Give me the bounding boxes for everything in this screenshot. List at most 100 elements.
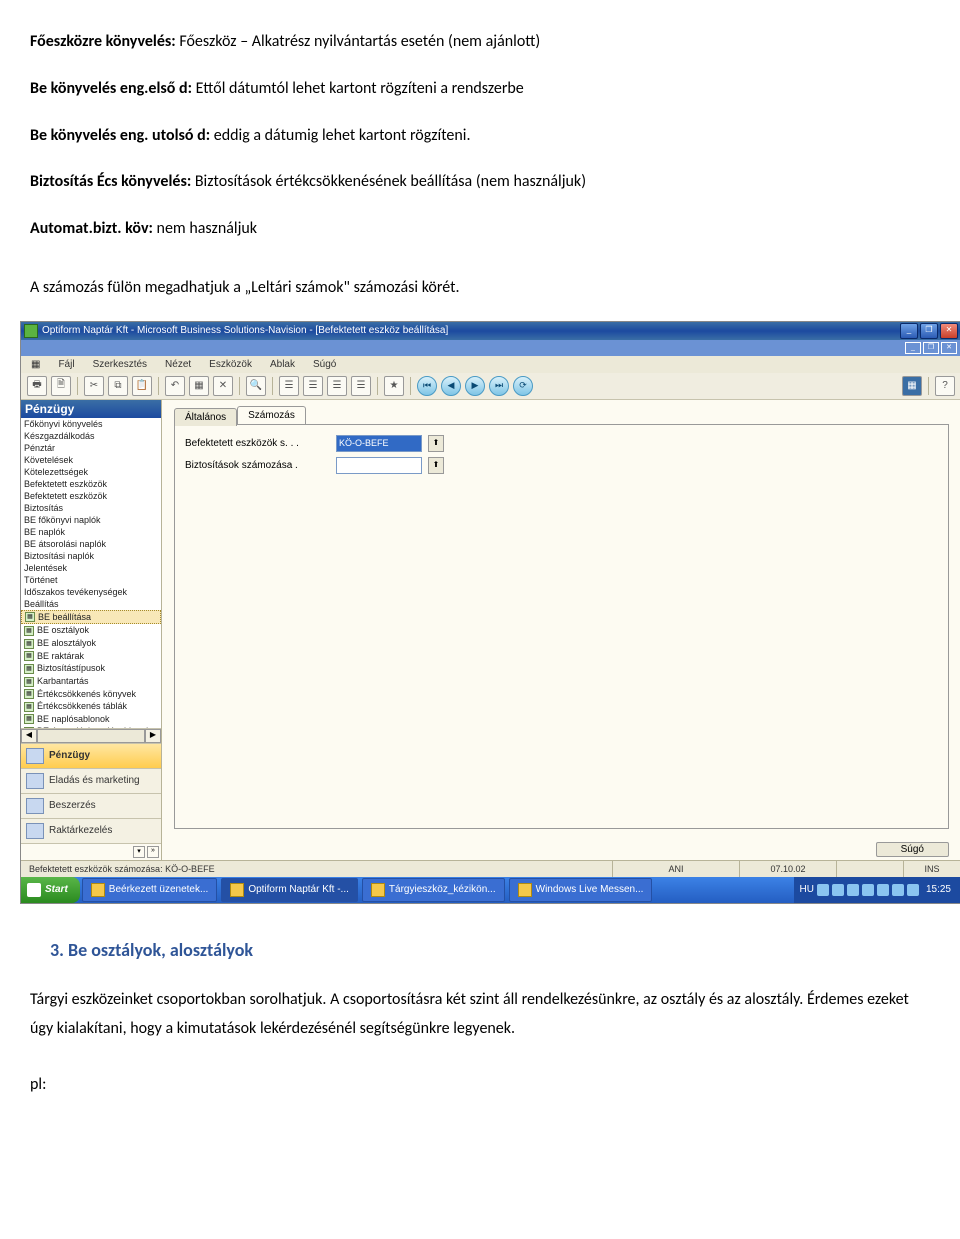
- tree-leaf[interactable]: ▦BE raktárak: [21, 650, 161, 663]
- list3-icon[interactable]: ☰: [327, 376, 347, 396]
- menu-icon[interactable]: ▦: [27, 358, 44, 371]
- tree-node[interactable]: Követelések: [21, 454, 161, 466]
- tree-node[interactable]: Időszakos tevékenységek: [21, 586, 161, 598]
- close-button[interactable]: ✕: [940, 323, 958, 339]
- tree-leaf[interactable]: ▦Karbantartás: [21, 675, 161, 688]
- tree-leaf[interactable]: ▦Értékcsökkenés könyvek: [21, 688, 161, 701]
- preview-icon[interactable]: 🗎: [51, 376, 71, 396]
- tree-leaf-selected[interactable]: ▦BE beállítása: [21, 610, 161, 625]
- refresh-icon[interactable]: ⟳: [513, 376, 533, 396]
- tree-leaf[interactable]: ▦BE alosztályok: [21, 637, 161, 650]
- leaf-icon: ▦: [24, 651, 34, 661]
- paragraph-1: Főeszközre könyvelés: Főeszköz – Alkatré…: [30, 28, 930, 57]
- sidebar-tree[interactable]: Főkönyvi könyvelés Készgazdálkodás Pénzt…: [21, 418, 161, 728]
- window-list-icon[interactable]: ▦: [902, 376, 922, 396]
- tree-node[interactable]: BE főkönyvi naplók: [21, 514, 161, 526]
- tray-icon[interactable]: [877, 884, 889, 896]
- p3-rest: eddig a dátumig lehet kartont rögzíteni.: [210, 126, 470, 145]
- sidebar-hscroll[interactable]: ◀ ▶: [21, 728, 161, 743]
- tab-general[interactable]: Általános: [174, 408, 237, 426]
- tree-leaf[interactable]: ▦BE naplósablonok: [21, 713, 161, 726]
- tray-lang[interactable]: HU: [800, 884, 814, 895]
- taskbar-task[interactable]: Beérkezett üzenetek...: [82, 878, 218, 902]
- shortcut-icon[interactable]: ★: [384, 376, 404, 396]
- last-icon[interactable]: ⏭: [489, 376, 509, 396]
- separator: [77, 377, 78, 395]
- tree-node[interactable]: BE átsorolási naplók: [21, 538, 161, 550]
- maximize-button[interactable]: ❐: [920, 323, 938, 339]
- taskbar-task[interactable]: Windows Live Messen...: [509, 878, 653, 902]
- sidebar-section-purchase[interactable]: Beszerzés: [21, 793, 161, 818]
- system-tray[interactable]: HU 15:25: [794, 877, 960, 903]
- list2-icon[interactable]: ☰: [303, 376, 323, 396]
- status-bar: Befektetett eszközök számozása: KÖ-O-BEF…: [21, 860, 960, 877]
- copy-icon[interactable]: ⧉: [108, 376, 128, 396]
- sidebar-section-sales[interactable]: Eladás és marketing: [21, 768, 161, 793]
- menu-window[interactable]: Ablak: [266, 358, 299, 371]
- undo-icon[interactable]: ↶: [165, 376, 185, 396]
- tree-node[interactable]: Kötelezettségek: [21, 466, 161, 478]
- list1-icon[interactable]: ☰: [279, 376, 299, 396]
- scroll-left-icon[interactable]: ◀: [21, 729, 37, 743]
- window-titlebar[interactable]: Optiform Naptár Kft - Microsoft Business…: [21, 322, 960, 340]
- tray-icon[interactable]: [847, 884, 859, 896]
- tray-icon[interactable]: [832, 884, 844, 896]
- sidebar-section-warehouse[interactable]: Raktárkezelés: [21, 818, 161, 843]
- next-icon[interactable]: ▶: [465, 376, 485, 396]
- tree-node[interactable]: Pénztár: [21, 442, 161, 454]
- paste-icon[interactable]: 📋: [132, 376, 152, 396]
- taskbar-task[interactable]: Tárgyieszköz_kézikön...: [362, 878, 505, 902]
- tree-node[interactable]: Biztosítási naplók: [21, 550, 161, 562]
- tray-icon[interactable]: [817, 884, 829, 896]
- menu-tools[interactable]: Eszközök: [205, 358, 256, 371]
- section-icon: [26, 823, 44, 839]
- lookup-button[interactable]: ⬆: [428, 435, 444, 452]
- menu-help[interactable]: Súgó: [309, 358, 340, 371]
- assets-numbering-input[interactable]: KÖ-O-BEFE: [336, 435, 422, 452]
- tree-leaf[interactable]: ▦Biztosítástípusok: [21, 662, 161, 675]
- tree-node[interactable]: Készgazdálkodás: [21, 430, 161, 442]
- first-icon[interactable]: ⏮: [417, 376, 437, 396]
- lookup-button[interactable]: ⬆: [428, 457, 444, 474]
- field-icon[interactable]: ▦: [189, 376, 209, 396]
- menu-edit[interactable]: Szerkesztés: [89, 358, 151, 371]
- insurance-numbering-input[interactable]: [336, 457, 422, 474]
- tree-leaf[interactable]: ▦Értékcsökkenés táblák: [21, 700, 161, 713]
- print-icon[interactable]: 🖶: [27, 376, 47, 396]
- tree-leaf[interactable]: ▦BE osztályok: [21, 624, 161, 637]
- help-icon[interactable]: ?: [935, 376, 955, 396]
- menu-file[interactable]: Fájl: [54, 358, 78, 371]
- mdi-restore-icon[interactable]: ❐: [923, 342, 939, 354]
- prev-icon[interactable]: ◀: [441, 376, 461, 396]
- find-icon[interactable]: 🔍: [246, 376, 266, 396]
- tree-node[interactable]: Főkönyvi könyvelés: [21, 418, 161, 430]
- tray-icon[interactable]: [907, 884, 919, 896]
- tray-icon[interactable]: [892, 884, 904, 896]
- app-screenshot: Optiform Naptár Kft - Microsoft Business…: [20, 321, 960, 904]
- tree-node[interactable]: Beállítás: [21, 598, 161, 610]
- tree-node[interactable]: BE naplók: [21, 526, 161, 538]
- footer-btn[interactable]: »: [147, 846, 159, 858]
- tray-clock[interactable]: 15:25: [922, 884, 955, 895]
- scroll-track[interactable]: [37, 729, 145, 743]
- start-button[interactable]: Start: [21, 877, 80, 903]
- help-button[interactable]: Súgó: [876, 842, 949, 857]
- list4-icon[interactable]: ☰: [351, 376, 371, 396]
- tree-node[interactable]: Befektetett eszközök: [21, 478, 161, 490]
- mdi-close-icon[interactable]: ✕: [941, 342, 957, 354]
- sidebar-section-finance[interactable]: Pénzügy: [21, 743, 161, 768]
- tree-node[interactable]: Biztosítás: [21, 502, 161, 514]
- mdi-minimize-icon[interactable]: _: [905, 342, 921, 354]
- delete-icon[interactable]: ✕: [213, 376, 233, 396]
- taskbar-task-active[interactable]: Optiform Naptár Kft -...: [221, 878, 358, 902]
- tab-numbering[interactable]: Számozás: [237, 406, 306, 424]
- tree-node[interactable]: Befektetett eszközök: [21, 490, 161, 502]
- tree-node[interactable]: Történet: [21, 574, 161, 586]
- cut-icon[interactable]: ✂: [84, 376, 104, 396]
- tray-icon[interactable]: [862, 884, 874, 896]
- scroll-right-icon[interactable]: ▶: [145, 729, 161, 743]
- menu-view[interactable]: Nézet: [161, 358, 195, 371]
- minimize-button[interactable]: _: [900, 323, 918, 339]
- tree-node[interactable]: Jelentések: [21, 562, 161, 574]
- footer-btn[interactable]: ▾: [133, 846, 145, 858]
